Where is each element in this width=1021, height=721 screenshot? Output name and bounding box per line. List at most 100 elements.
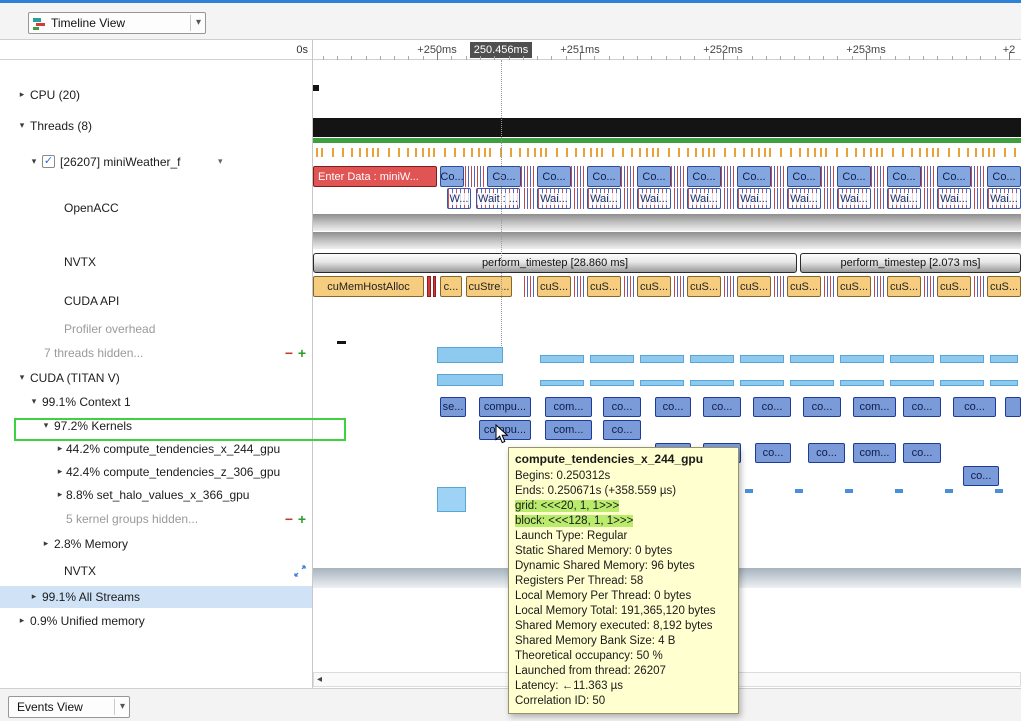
- cuda-api-bar[interactable]: cuS...: [687, 276, 721, 297]
- sidebar-row-nvtx-thread[interactable]: NVTX: [0, 251, 312, 273]
- kernel-bar[interactable]: com...: [853, 397, 896, 417]
- openacc-compute-bar[interactable]: Co...: [837, 166, 871, 187]
- kernel-bar[interactable]: compu...: [479, 397, 531, 417]
- openacc-compute-bar[interactable]: Co...: [887, 166, 921, 187]
- chevron-down-icon[interactable]: ▾: [16, 120, 28, 131]
- chevron-right-icon[interactable]: ▸: [54, 489, 66, 500]
- kernel-bar[interactable]: se...: [440, 397, 466, 417]
- minus-icon[interactable]: −: [283, 344, 295, 362]
- chevron-down-icon[interactable]: ▾: [218, 156, 223, 167]
- openacc-compute-bar[interactable]: Co...: [537, 166, 571, 187]
- sidebar-row-cuda-device[interactable]: ▾CUDA (TITAN V): [0, 367, 312, 389]
- sidebar-row-thread-miniweather[interactable]: ▾✓[26207] miniWeather_f▾: [0, 151, 312, 173]
- sidebar-row-cuda-api[interactable]: CUDA API: [0, 290, 312, 312]
- openacc-wait-bar[interactable]: Wai...: [787, 188, 821, 209]
- chevron-right-icon[interactable]: ▸: [54, 443, 66, 454]
- openacc-wait-bar[interactable]: Wai...: [537, 188, 571, 209]
- chevron-right-icon[interactable]: ▸: [16, 89, 28, 100]
- kernel-bar[interactable]: co...: [753, 397, 791, 417]
- openacc-compute-bar[interactable]: Co...: [937, 166, 971, 187]
- events-view-dropdown[interactable]: Events View ▾: [8, 696, 130, 718]
- nvtx-range-bar[interactable]: perform_timestep [28.860 ms]: [313, 253, 797, 273]
- cuda-api-bar[interactable]: c...: [440, 276, 462, 297]
- cuda-api-bar[interactable]: cuStre...: [466, 276, 512, 297]
- sidebar-row-unified-memory[interactable]: ▸0.9% Unified memory: [0, 610, 312, 632]
- sidebar-row-threads[interactable]: ▾Threads (8): [0, 115, 312, 137]
- kernel-bar[interactable]: co...: [655, 397, 691, 417]
- sidebar-row-threads-hidden[interactable]: 7 threads hidden...−+: [0, 342, 312, 364]
- memory-transfer-block[interactable]: [437, 487, 466, 512]
- chevron-down-icon[interactable]: ▾: [28, 396, 40, 407]
- sidebar-row-kernel-x[interactable]: ▸44.2% compute_tendencies_x_244_gpu: [0, 438, 312, 460]
- openacc-wait-bar[interactable]: Wai...: [737, 188, 771, 209]
- sidebar-row-kernel-groups-hidden[interactable]: 5 kernel groups hidden...−+: [0, 508, 312, 530]
- cuda-api-bar[interactable]: cuS...: [987, 276, 1021, 297]
- kernel-z-bar[interactable]: co...: [903, 443, 941, 463]
- kernel-bar[interactable]: co...: [803, 397, 841, 417]
- thread-checkbox[interactable]: ✓: [42, 155, 55, 168]
- sidebar-row-nvtx-context[interactable]: NVTX: [0, 560, 312, 582]
- openacc-compute-bar[interactable]: Co...: [737, 166, 771, 187]
- sidebar-row-profiler-overhead[interactable]: Profiler overhead: [0, 318, 312, 340]
- kernel-x-bar[interactable]: co...: [603, 420, 641, 440]
- openacc-compute-bar[interactable]: Co...: [687, 166, 721, 187]
- kernel-bar[interactable]: [1005, 397, 1021, 417]
- cuda-api-bar[interactable]: cuS...: [537, 276, 571, 297]
- openacc-wait-bar[interactable]: Wai...: [987, 188, 1021, 209]
- kernel-z-bar[interactable]: co...: [755, 443, 791, 463]
- openacc-compute-bar[interactable]: Co...: [440, 166, 464, 187]
- cuda-api-bar[interactable]: cuS...: [787, 276, 821, 297]
- sidebar-row-all-streams[interactable]: ▸99.1% All Streams: [0, 586, 312, 608]
- cuda-api-bar[interactable]: cuS...: [887, 276, 921, 297]
- sidebar-row-cpu[interactable]: ▸CPU (20): [0, 84, 312, 106]
- openacc-wait-bar[interactable]: Wai...: [937, 188, 971, 209]
- kernel-bar[interactable]: co...: [703, 397, 741, 417]
- cuda-api-bar[interactable]: cuS...: [637, 276, 671, 297]
- plus-icon[interactable]: +: [296, 510, 308, 528]
- openacc-compute-bar[interactable]: Co...: [987, 166, 1021, 187]
- cuda-api-bar[interactable]: cuMemHostAlloc: [313, 276, 424, 297]
- timeline-ruler[interactable]: 0s 250.456ms +250ms+251ms+252ms+253ms+2: [0, 40, 1021, 60]
- openacc-compute-bar[interactable]: Co...: [487, 166, 521, 187]
- cuda-api-bar[interactable]: cuS...: [837, 276, 871, 297]
- scroll-left-icon[interactable]: ◂: [314, 673, 325, 686]
- openacc-compute-bar[interactable]: Co...: [587, 166, 621, 187]
- openacc-wait-bar[interactable]: Wai...: [687, 188, 721, 209]
- openacc-wait-bar[interactable]: Wai...: [887, 188, 921, 209]
- openacc-wait-bar[interactable]: W...: [447, 188, 471, 209]
- kernel-z-bar[interactable]: com...: [853, 443, 896, 463]
- chevron-right-icon[interactable]: ▸: [28, 591, 40, 602]
- openacc-wait-bar[interactable]: Wai...: [587, 188, 621, 209]
- plus-icon[interactable]: +: [296, 344, 308, 362]
- kernel-bar[interactable]: com...: [545, 397, 592, 417]
- chevron-down-icon[interactable]: ▾: [16, 372, 28, 383]
- kernel-bar[interactable]: co...: [903, 397, 941, 417]
- kernel-z-bar[interactable]: co...: [808, 443, 845, 463]
- sidebar-row-kernel-halo[interactable]: ▸8.8% set_halo_values_x_366_gpu: [0, 484, 312, 506]
- kernel-x-bar[interactable]: com...: [545, 420, 592, 440]
- expand-row-icon[interactable]: [294, 565, 306, 580]
- chevron-right-icon[interactable]: ▸: [16, 615, 28, 626]
- openacc-compute-bar[interactable]: Co...: [637, 166, 671, 187]
- cuda-api-bar[interactable]: cuS...: [587, 276, 621, 297]
- sidebar-row-kernel-z[interactable]: ▸42.4% compute_tendencies_z_306_gpu: [0, 461, 312, 483]
- timeline-view-dropdown[interactable]: Timeline View ▾: [28, 12, 206, 34]
- openacc-wait-bar[interactable]: Wait : ...: [476, 188, 520, 209]
- minus-icon[interactable]: −: [283, 510, 295, 528]
- kernel-bar[interactable]: co...: [603, 397, 641, 417]
- sidebar-row-openacc[interactable]: OpenACC: [0, 197, 312, 219]
- openacc-compute-bar[interactable]: Co...: [787, 166, 821, 187]
- cuda-api-bar[interactable]: cuS...: [937, 276, 971, 297]
- cuda-api-bar[interactable]: cuS...: [737, 276, 771, 297]
- kernel-halo-bar[interactable]: co...: [963, 466, 999, 486]
- nvtx-range-bar[interactable]: perform_timestep [2.073 ms]: [800, 253, 1021, 273]
- chevron-right-icon[interactable]: ▸: [54, 466, 66, 477]
- kernel-bar[interactable]: co...: [953, 397, 996, 417]
- openacc-wait-bar[interactable]: Wai...: [837, 188, 871, 209]
- openacc-wait-bar[interactable]: Wai...: [637, 188, 671, 209]
- sidebar-row-memory[interactable]: ▸2.8% Memory: [0, 533, 312, 555]
- sidebar-row-context1[interactable]: ▾99.1% Context 1: [0, 391, 312, 413]
- openacc-enter-data-bar[interactable]: Enter Data : miniW...: [313, 166, 437, 187]
- chevron-down-icon[interactable]: ▾: [28, 156, 40, 167]
- chevron-right-icon[interactable]: ▸: [40, 538, 52, 549]
